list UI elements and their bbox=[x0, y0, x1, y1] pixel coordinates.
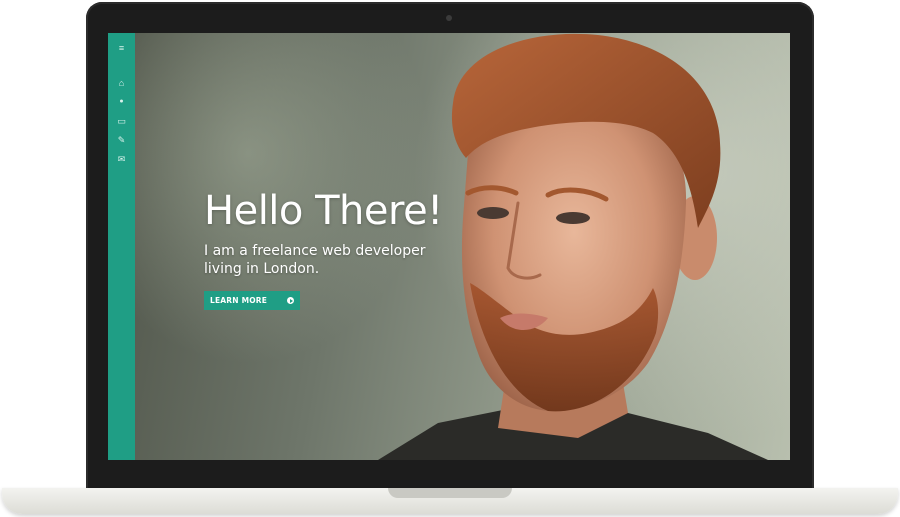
arrow-right-circle-icon bbox=[287, 297, 294, 304]
envelope-icon[interactable]: ✉ bbox=[108, 152, 135, 166]
laptop-icon[interactable]: ▭ bbox=[108, 114, 135, 128]
home-icon[interactable]: ⌂ bbox=[108, 76, 135, 90]
laptop-notch bbox=[388, 488, 512, 498]
laptop-screen: ≡ ⌂ ● ▭ ✎ ✉ Hello There! I am a freelanc… bbox=[108, 33, 790, 460]
menu-icon[interactable]: ≡ bbox=[108, 41, 135, 55]
learn-more-label: LEARN MORE bbox=[210, 296, 268, 305]
learn-more-button[interactable]: LEARN MORE bbox=[204, 291, 300, 310]
sidebar-nav: ≡ ⌂ ● ▭ ✎ ✉ bbox=[108, 33, 135, 460]
pencil-icon[interactable]: ✎ bbox=[108, 133, 135, 147]
camera-icon bbox=[446, 15, 452, 21]
hero-subtitle: I am a freelance web developer living in… bbox=[204, 243, 426, 277]
user-icon[interactable]: ● bbox=[108, 95, 135, 109]
hero-title: Hello There! bbox=[204, 188, 443, 234]
